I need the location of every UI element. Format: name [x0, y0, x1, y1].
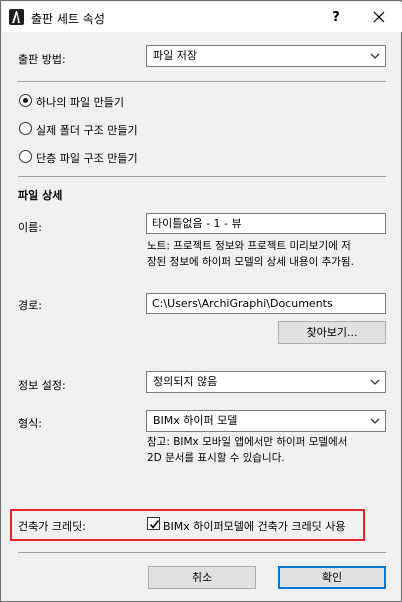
name-label: 이름: — [18, 221, 42, 234]
format-note-line2: 2D 문서를 표시할 수 있습니다. — [147, 452, 285, 464]
archicad-app-icon — [9, 9, 24, 25]
path-label: 경로: — [18, 299, 42, 312]
radio-button-checked[interactable] — [19, 94, 32, 107]
radio-single-file[interactable]: 하나의 파일 만들기 — [19, 93, 219, 109]
radio-button[interactable] — [19, 150, 32, 163]
radio-label: 단층 파일 구조 만들기 — [36, 152, 138, 165]
title-bar: 출판 세트 속성 ? — [2, 2, 402, 32]
name-note: 노트: 프로젝트 정보와 프로젝트 미리보기에 저 장된 정보에 하이퍼 모델의… — [147, 238, 354, 270]
building-credits-checkbox[interactable] — [147, 517, 160, 530]
publish-method-value: 파일 저장 — [153, 49, 197, 62]
divider — [18, 552, 386, 553]
checkmark-icon — [149, 520, 160, 529]
radio-real-folder-structure[interactable]: 실제 폴더 구조 만들기 — [19, 121, 219, 137]
radio-label: 실제 폴더 구조 만들기 — [36, 124, 138, 137]
chevron-down-icon — [370, 53, 380, 59]
publisher-set-properties-dialog: 출판 세트 속성 ? 출판 방법: 파일 저장 하나의 파일 만들기 실제 폴더… — [0, 0, 402, 602]
info-settings-label: 정보 설정: — [18, 379, 66, 392]
format-note: 참고: BIMx 모바일 앱에서만 하이퍼 모델에서 2D 문서를 표시할 수 … — [147, 434, 347, 466]
divider — [18, 81, 386, 82]
cancel-button[interactable]: 취소 — [148, 566, 256, 589]
help-button[interactable]: ? — [324, 8, 348, 28]
info-settings-value: 정의되지 않음 — [153, 375, 218, 388]
radio-flat-file-structure[interactable]: 단층 파일 구조 만들기 — [19, 149, 219, 165]
close-icon — [373, 11, 385, 23]
radio-button[interactable] — [19, 122, 32, 135]
close-button[interactable] — [364, 7, 394, 27]
building-credits-checkbox-label[interactable]: BIMx 하이퍼모델에 건축가 크레딧 사용 — [163, 518, 345, 534]
ok-button[interactable]: 확인 — [278, 566, 386, 589]
window-title: 출판 세트 속성 — [31, 12, 105, 26]
chevron-down-icon — [370, 418, 380, 424]
divider — [18, 176, 386, 177]
info-settings-dropdown[interactable]: 정의되지 않음 — [146, 371, 386, 393]
file-details-heading: 파일 상세 — [18, 189, 63, 202]
format-note-line1: 참고: BIMx 모바일 앱에서만 하이퍼 모델에서 — [147, 436, 348, 448]
building-credits-label: 건축가 크레딧: — [18, 520, 86, 533]
name-note-line2: 장된 정보에 하이퍼 모델의 상세 내용이 추가됨. — [147, 256, 354, 268]
chevron-down-icon — [370, 379, 380, 385]
radio-label: 하나의 파일 만들기 — [36, 96, 124, 109]
name-note-line1: 노트: 프로젝트 정보와 프로젝트 미리보기에 저 — [147, 240, 351, 252]
publish-method-label: 출판 방법: — [18, 53, 66, 66]
publish-method-dropdown[interactable]: 파일 저장 — [146, 45, 386, 67]
format-label: 형식: — [18, 417, 42, 430]
format-value: BIMx 하이퍼 모델 — [153, 414, 238, 427]
format-dropdown[interactable]: BIMx 하이퍼 모델 — [146, 410, 386, 432]
name-input[interactable]: 타이틀없음 - 1 - 뷰 — [146, 213, 386, 234]
browse-button[interactable]: 찾아보기... — [278, 321, 386, 344]
path-input[interactable]: C:\Users\ArchiGraphi\Documents — [146, 293, 386, 314]
